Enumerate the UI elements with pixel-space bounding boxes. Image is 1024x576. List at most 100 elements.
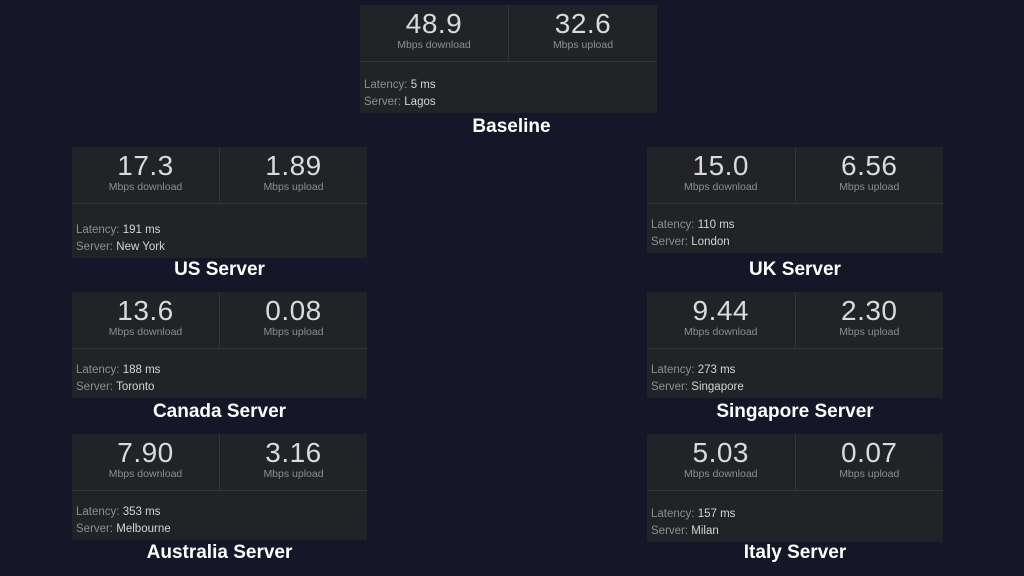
server-line: Server: Singapore — [651, 379, 744, 396]
upload-unit: Mbps upload — [552, 39, 614, 51]
download-unit: Mbps download — [683, 468, 758, 480]
download-value: 17.3 — [117, 150, 174, 181]
upload-metric: 32.6 Mbps upload — [508, 5, 657, 61]
card-title-us: US Server — [174, 259, 265, 280]
upload-metric: 1.89 Mbps upload — [219, 147, 367, 203]
download-unit: Mbps download — [397, 39, 471, 51]
latency-value: 157 ms — [697, 508, 736, 520]
latency-label: Latency: — [76, 506, 120, 518]
server-line: Server: New York — [76, 239, 165, 256]
latency-value: 110 ms — [697, 219, 735, 231]
speedtest-card-australia: 7.90 Mbps download 3.16 Mbps upload Late… — [72, 434, 367, 540]
latency-label: Latency: — [651, 508, 695, 520]
latency-label: Latency: — [651, 219, 695, 231]
connection-info: Latency: 353 ms Server: Melbourne — [76, 504, 171, 538]
speedtest-card-canada: 13.6 Mbps download 0.08 Mbps upload Late… — [72, 292, 367, 398]
latency-value: 188 ms — [122, 364, 161, 376]
latency-label: Latency: — [364, 79, 408, 91]
server-value: Lagos — [404, 96, 436, 108]
server-label: Server: — [76, 523, 114, 535]
metrics-row: 7.90 Mbps download 3.16 Mbps upload — [72, 434, 367, 491]
latency-label: Latency: — [76, 364, 120, 376]
download-value: 5.03 — [692, 437, 749, 468]
card-title-uk: UK Server — [749, 259, 841, 280]
download-unit: Mbps download — [108, 468, 183, 480]
card-title-singapore: Singapore Server — [716, 401, 874, 422]
speedtest-card-singapore: 9.44 Mbps download 2.30 Mbps upload Late… — [647, 292, 943, 398]
upload-value: 6.56 — [841, 150, 898, 181]
latency-label: Latency: — [76, 224, 120, 236]
connection-info: Latency: 110 ms Server: London — [651, 217, 735, 251]
download-metric: 5.03 Mbps download — [647, 434, 795, 490]
download-value: 15.0 — [692, 150, 749, 181]
speedtest-card-baseline: 48.9 Mbps download 32.6 Mbps upload Late… — [360, 5, 657, 113]
server-value: Singapore — [691, 381, 744, 393]
card-title-australia: Australia Server — [146, 542, 293, 563]
upload-value: 0.07 — [841, 437, 898, 468]
download-value: 7.90 — [117, 437, 174, 468]
server-label: Server: — [651, 525, 689, 537]
upload-value: 1.89 — [265, 150, 322, 181]
server-value: Melbourne — [116, 523, 171, 535]
download-metric: 13.6 Mbps download — [72, 292, 219, 348]
download-metric: 7.90 Mbps download — [72, 434, 219, 490]
server-line: Server: Lagos — [364, 94, 436, 111]
connection-info: Latency: 273 ms Server: Singapore — [651, 362, 744, 396]
server-label: Server: — [364, 96, 402, 108]
metrics-row: 17.3 Mbps download 1.89 Mbps upload — [72, 147, 367, 204]
server-label: Server: — [651, 381, 689, 393]
server-label: Server: — [76, 381, 114, 393]
upload-metric: 6.56 Mbps upload — [794, 147, 944, 203]
server-label: Server: — [76, 241, 114, 253]
connection-info: Latency: 157 ms Server: Milan — [651, 506, 735, 540]
latency-line: Latency: 273 ms — [651, 362, 744, 379]
latency-line: Latency: 353 ms — [76, 504, 171, 521]
upload-unit: Mbps upload — [263, 326, 324, 338]
upload-value: 2.30 — [841, 295, 898, 326]
card-title-italy: Italy Server — [743, 542, 847, 563]
upload-value: 3.16 — [265, 437, 322, 468]
download-metric: 48.9 Mbps download — [360, 5, 508, 61]
metrics-row: 9.44 Mbps download 2.30 Mbps upload — [647, 292, 943, 349]
server-value: London — [691, 236, 730, 248]
download-unit: Mbps download — [683, 326, 758, 338]
connection-info: Latency: 5 ms Server: Lagos — [364, 77, 436, 111]
upload-metric: 0.07 Mbps upload — [794, 434, 944, 490]
upload-unit: Mbps upload — [839, 468, 900, 480]
speedtest-card-italy: 5.03 Mbps download 0.07 Mbps upload Late… — [647, 434, 943, 542]
download-value: 13.6 — [117, 295, 174, 326]
speedtest-card-us: 17.3 Mbps download 1.89 Mbps upload Late… — [72, 147, 367, 258]
connection-info: Latency: 188 ms Server: Toronto — [76, 362, 160, 396]
server-label: Server: — [651, 236, 689, 248]
upload-metric: 2.30 Mbps upload — [794, 292, 944, 348]
server-line: Server: Milan — [651, 523, 735, 540]
server-value: Toronto — [116, 381, 155, 393]
upload-unit: Mbps upload — [839, 326, 900, 338]
latency-label: Latency: — [651, 364, 695, 376]
metrics-row: 48.9 Mbps download 32.6 Mbps upload — [360, 5, 657, 62]
server-value: New York — [116, 241, 165, 253]
download-unit: Mbps download — [108, 181, 183, 193]
download-metric: 17.3 Mbps download — [72, 147, 219, 203]
upload-metric: 0.08 Mbps upload — [219, 292, 367, 348]
metrics-row: 5.03 Mbps download 0.07 Mbps upload — [647, 434, 943, 491]
metrics-row: 15.0 Mbps download 6.56 Mbps upload — [647, 147, 943, 204]
download-metric: 9.44 Mbps download — [647, 292, 795, 348]
upload-unit: Mbps upload — [263, 468, 324, 480]
latency-line: Latency: 5 ms — [364, 77, 436, 94]
connection-info: Latency: 191 ms Server: New York — [76, 222, 165, 256]
metrics-row: 13.6 Mbps download 0.08 Mbps upload — [72, 292, 367, 349]
server-value: Milan — [691, 525, 719, 537]
speedtest-card-uk: 15.0 Mbps download 6.56 Mbps upload Late… — [647, 147, 943, 253]
upload-unit: Mbps upload — [839, 181, 900, 193]
upload-value: 0.08 — [265, 295, 322, 326]
upload-value: 32.6 — [554, 8, 612, 39]
upload-metric: 3.16 Mbps upload — [219, 434, 367, 490]
latency-line: Latency: 157 ms — [651, 506, 735, 523]
server-line: Server: London — [651, 234, 735, 251]
server-line: Server: Melbourne — [76, 521, 171, 538]
latency-value: 353 ms — [122, 506, 161, 518]
download-value: 9.44 — [692, 295, 749, 326]
latency-line: Latency: 191 ms — [76, 222, 165, 239]
download-unit: Mbps download — [108, 326, 183, 338]
